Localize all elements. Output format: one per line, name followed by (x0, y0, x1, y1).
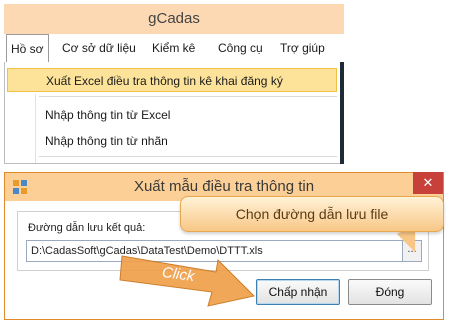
menu-bar: Hồ sơ Cơ sở dữ liệu Kiểm kê Công cụ Trợ … (4, 34, 344, 63)
dropdown-separator (39, 156, 337, 157)
click-arrow-icon (119, 255, 256, 307)
close-button[interactable]: Đóng (348, 279, 432, 305)
menu-ho-so[interactable]: Hồ sơ (6, 34, 49, 62)
close-icon[interactable]: ✕ (413, 172, 443, 194)
dropdown-separator (39, 96, 337, 97)
menu-cong-cu[interactable]: Công cụ (218, 34, 263, 62)
menu-tro-giup[interactable]: Trợ giúp (280, 34, 325, 62)
gcadas-window: gCadas Hồ sơ Cơ sở dữ liệu Kiểm kê Công … (4, 4, 344, 164)
app-title: gCadas (4, 4, 344, 34)
path-label: Đường dẫn lưu kết quả: (28, 222, 146, 234)
dropdown-icon-gutter (35, 94, 36, 163)
background-window-strip (340, 62, 344, 164)
ho-so-dropdown: Xuất Excel điều tra thông tin kê khai đă… (4, 62, 344, 164)
menu-item-import-label[interactable]: Nhập thông tin từ nhãn (45, 134, 168, 148)
menu-co-so-du-lieu[interactable]: Cơ sở dữ liệu (62, 34, 136, 62)
tooltip-choose-path: Chọn đường dẫn lưu file (180, 196, 444, 232)
menu-item-import-excel[interactable]: Nhập thông tin từ Excel (45, 108, 170, 122)
menu-item-export-excel[interactable]: Xuất Excel điều tra thông tin kê khai đă… (7, 68, 337, 92)
menu-kiem-ke[interactable]: Kiểm kê (152, 34, 195, 62)
